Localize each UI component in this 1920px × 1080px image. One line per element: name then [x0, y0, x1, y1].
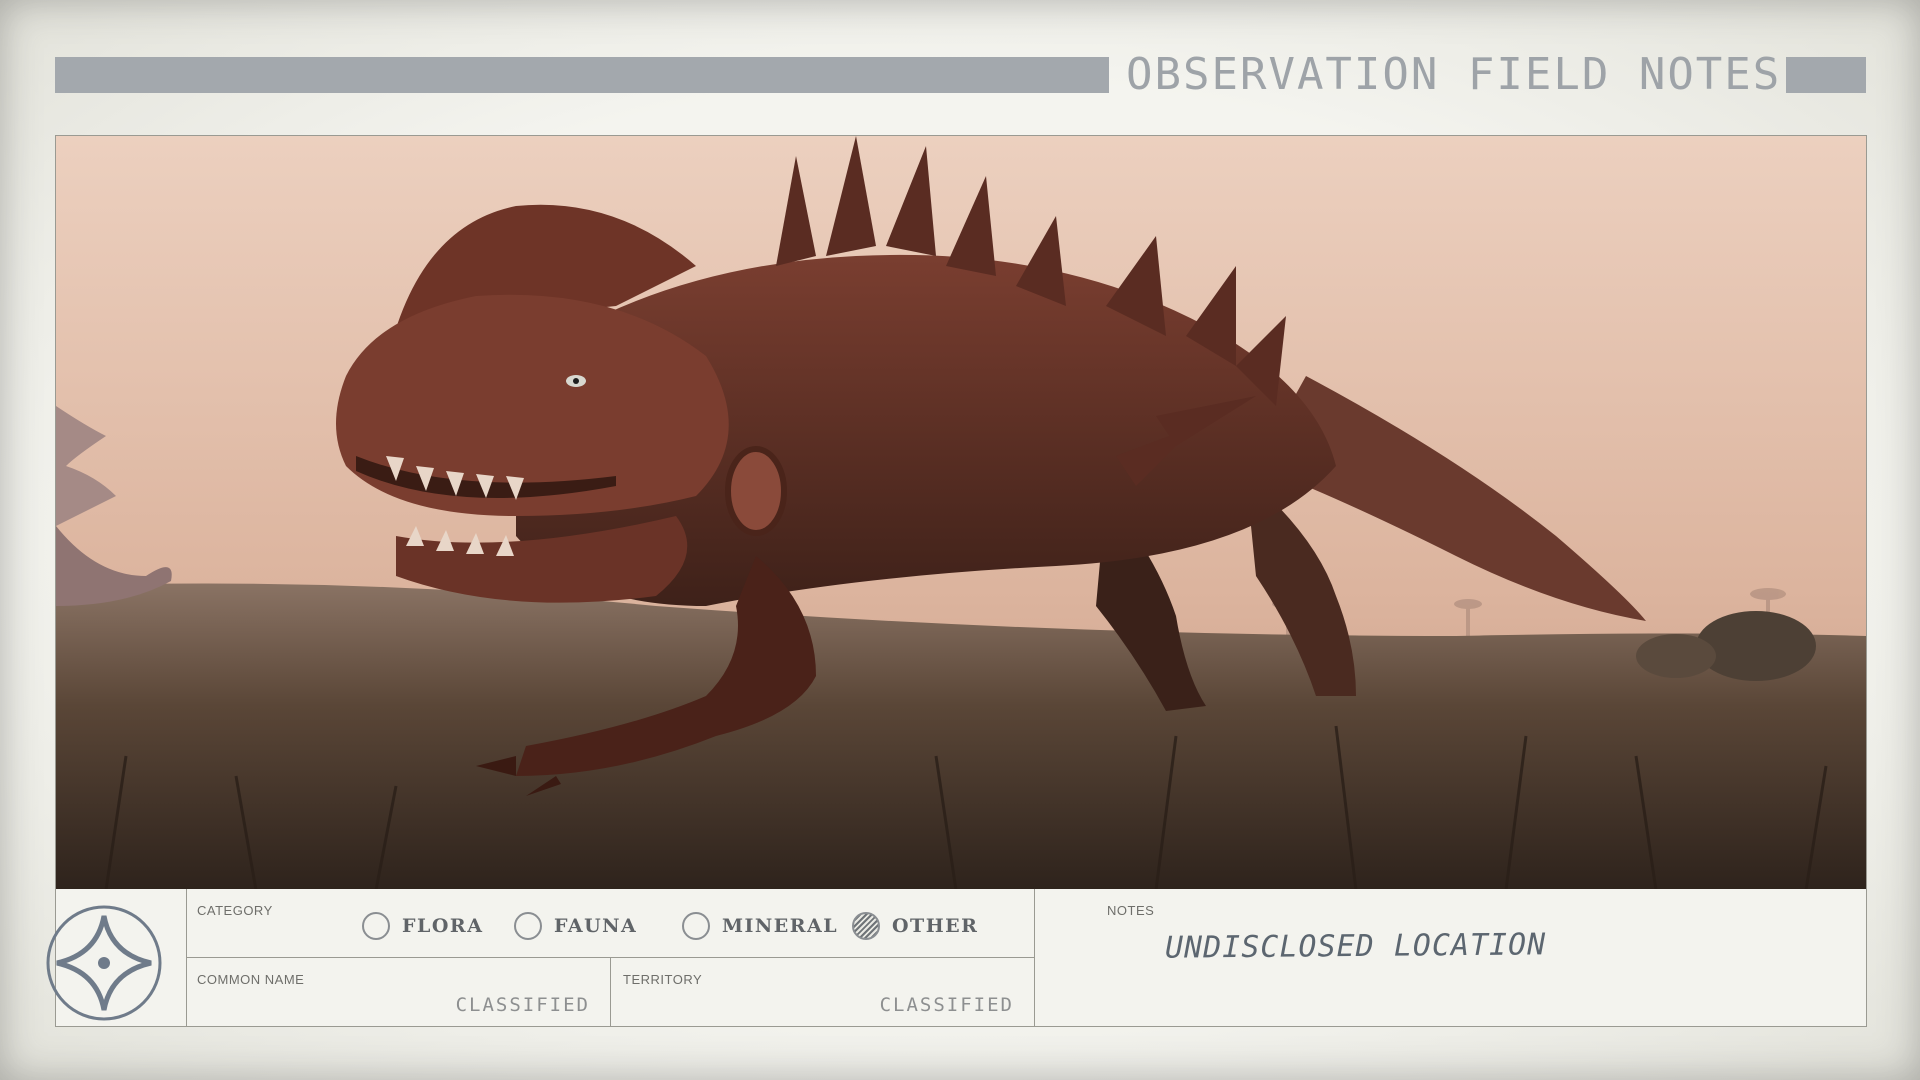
option-label-other: OTHER [892, 915, 979, 937]
category-field: CATEGORY FLORA FAUNA MINERAL OTHER [187, 889, 1035, 958]
header-accent-bar-left [55, 57, 1109, 93]
common-name-field: COMMON NAME CLASSIFIED [187, 958, 611, 1026]
header-accent-bar-right [1786, 57, 1866, 93]
common-name-label: COMMON NAME [197, 972, 305, 987]
territory-value: CLASSIFIED [879, 994, 1014, 1016]
observation-form: CATEGORY FLORA FAUNA MINERAL OTHER COMMO… [46, 889, 1867, 1027]
option-label-flora: FLORA [402, 915, 484, 937]
radio-mineral[interactable] [682, 912, 710, 940]
category-label: CATEGORY [197, 903, 273, 918]
logo-cell [46, 889, 187, 1026]
option-label-mineral: MINERAL [722, 915, 839, 937]
radio-fauna[interactable] [514, 912, 542, 940]
radio-other[interactable] [852, 912, 880, 940]
four-point-star-emblem-icon [46, 905, 162, 1021]
notes-value: UNDISCLOSED LOCATION [1164, 927, 1547, 966]
category-option-other[interactable]: OTHER [852, 911, 978, 941]
radio-flora[interactable] [362, 912, 390, 940]
notes-label: NOTES [1107, 903, 1155, 918]
category-option-flora[interactable]: FLORA [362, 911, 483, 941]
category-option-fauna[interactable]: FAUNA [514, 911, 637, 941]
creature-photo [55, 135, 1867, 891]
option-label-fauna: FAUNA [554, 915, 638, 937]
common-name-value: CLASSIFIED [455, 994, 590, 1016]
page-title: OBSERVATION FIELD NOTES [1126, 49, 1782, 100]
creature-illustration [56, 136, 1866, 890]
notes-field: NOTES UNDISCLOSED LOCATION [1035, 889, 1866, 1026]
territory-field: TERRITORY CLASSIFIED [611, 958, 1035, 1026]
field-notes-card: OBSERVATION FIELD NOTES CATEGORY FLORA F… [0, 0, 1920, 1080]
category-option-mineral[interactable]: MINERAL [682, 911, 838, 941]
territory-label: TERRITORY [623, 972, 703, 987]
